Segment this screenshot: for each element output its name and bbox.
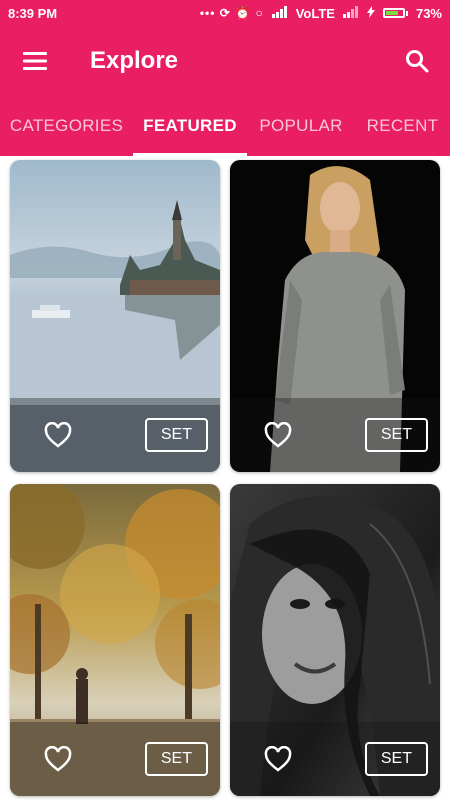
set-wallpaper-button[interactable]: SET <box>364 418 428 452</box>
battery-percent: 73% <box>415 5 442 21</box>
heart-outline-icon[interactable] <box>42 419 74 451</box>
charging-icon <box>366 5 375 21</box>
set-wallpaper-button[interactable]: SET <box>144 742 208 776</box>
signal-icon-2 <box>342 5 359 21</box>
page-title: Explore <box>90 47 179 74</box>
app-toolbar: Explore <box>0 26 450 96</box>
battery-icon <box>382 8 408 18</box>
card-actions: SET <box>10 722 220 796</box>
tab-recent[interactable]: RECENT <box>355 96 450 156</box>
status-indicators: ••• ⟳ ⏰ ○ VoLTE 73% <box>199 5 442 21</box>
network-type: VoLTE <box>295 5 335 21</box>
heart-outline-icon[interactable] <box>262 419 294 451</box>
search-icon[interactable] <box>398 42 436 80</box>
wallpaper-card[interactable]: SET <box>10 160 220 472</box>
tab-featured[interactable]: FEATURED <box>133 96 247 156</box>
status-bar: 8:39 PM ••• ⟳ ⏰ ○ VoLTE 73% <box>0 0 450 26</box>
set-wallpaper-button[interactable]: SET <box>144 418 208 452</box>
tab-bar: CATEGORIES FEATURED POPULAR RECENT <box>0 96 450 156</box>
hamburger-menu-icon[interactable] <box>16 42 54 80</box>
set-wallpaper-button[interactable]: SET <box>364 742 428 776</box>
wallpaper-card[interactable]: SET <box>230 160 440 472</box>
status-time: 8:39 PM <box>8 5 58 21</box>
wallpaper-card[interactable]: SET <box>10 484 220 796</box>
app-root: 8:39 PM ••• ⟳ ⏰ ○ VoLTE 73% Explore CATE… <box>0 0 450 800</box>
card-actions: SET <box>10 398 220 472</box>
heart-outline-icon[interactable] <box>42 743 74 775</box>
tab-categories[interactable]: CATEGORIES <box>0 96 133 156</box>
card-actions: SET <box>230 722 440 796</box>
heart-outline-icon[interactable] <box>262 743 294 775</box>
wallpaper-card[interactable]: SET <box>230 484 440 796</box>
wallpaper-grid: SET SET SET SET <box>0 156 450 800</box>
tab-popular[interactable]: POPULAR <box>247 96 355 156</box>
card-actions: SET <box>230 398 440 472</box>
status-icons: ••• ⟳ ⏰ ○ <box>199 6 264 20</box>
signal-icon <box>271 5 288 21</box>
